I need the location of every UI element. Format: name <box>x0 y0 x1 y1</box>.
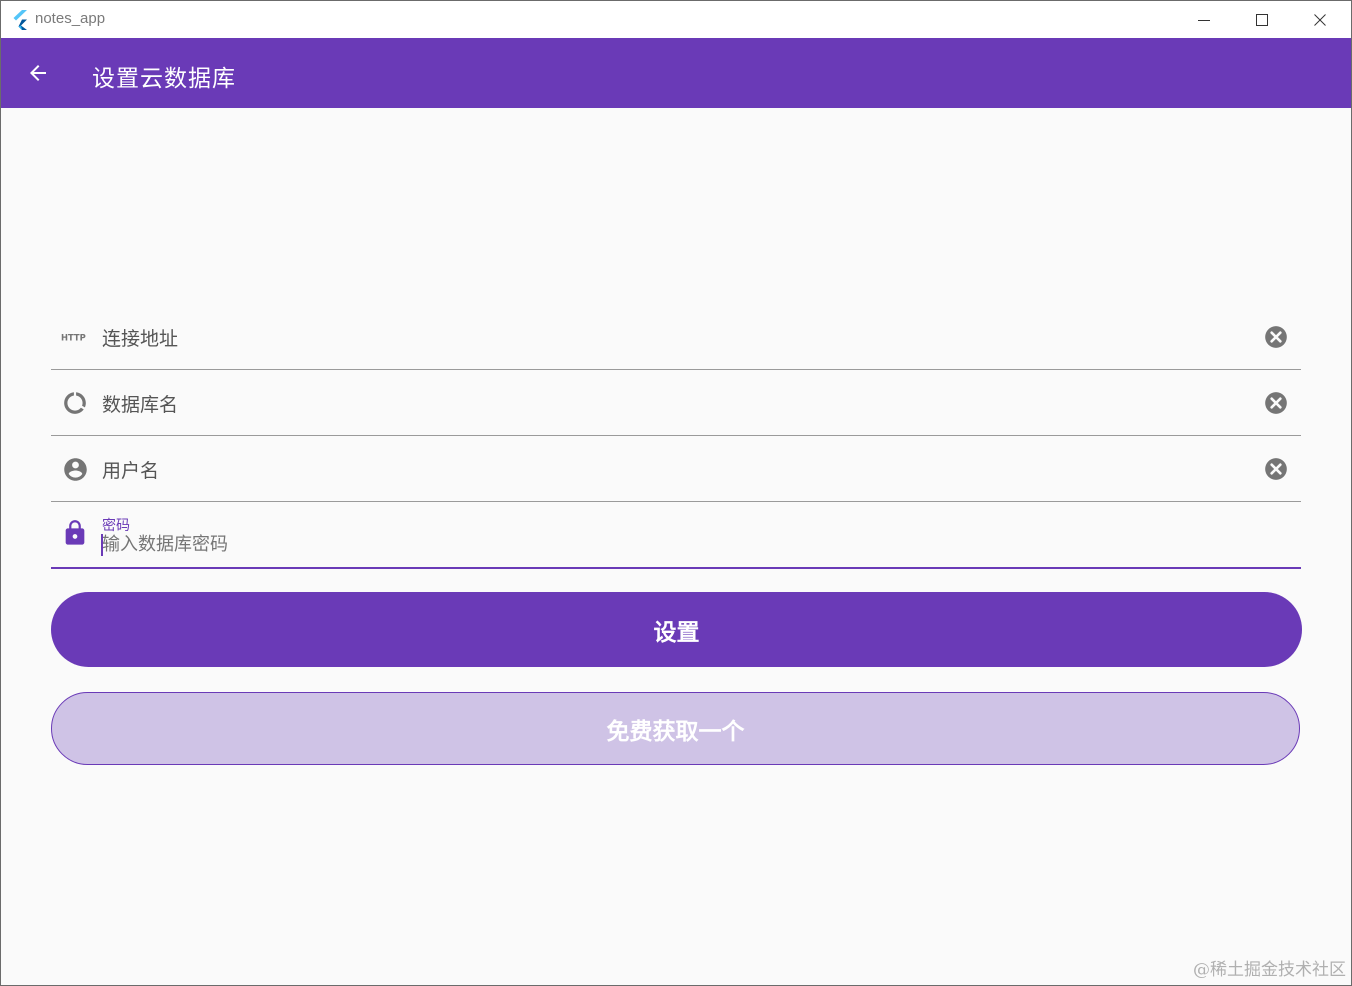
page-title: 设置云数据库 <box>92 66 236 92</box>
maximize-icon <box>1256 13 1268 26</box>
minimize-icon <box>1198 19 1210 21</box>
lock-icon <box>61 519 89 547</box>
arrow-back-icon <box>30 65 46 81</box>
minimize-button[interactable] <box>1175 1 1233 38</box>
close-button[interactable] <box>1291 1 1349 38</box>
app-window: notes_app 设置云数据库 HTTP 连接地址 数据库名 用户名 密码 设… <box>0 0 1352 986</box>
back-button[interactable] <box>17 52 59 94</box>
close-icon <box>1314 13 1326 26</box>
url-field-label: 连接地址 <box>102 328 179 350</box>
username-label: 用户名 <box>102 460 160 482</box>
app-bar: 设置云数据库 <box>1 38 1351 108</box>
http-icon: HTTP <box>61 323 89 351</box>
username-field[interactable]: 用户名 <box>51 435 1301 502</box>
database-clear-button[interactable] <box>1262 389 1290 417</box>
database-name-label: 数据库名 <box>102 394 179 416</box>
clear-circle-icon <box>1265 392 1287 414</box>
flutter-logo-icon <box>13 10 27 30</box>
window-title: notes_app <box>35 10 106 27</box>
username-clear-button[interactable] <box>1262 455 1290 483</box>
password-input[interactable] <box>102 531 1202 557</box>
get-free-button[interactable]: 免费获取一个 <box>51 692 1300 765</box>
window-titlebar[interactable]: notes_app <box>1 1 1351 38</box>
database-ring-icon <box>61 389 89 417</box>
watermark: @稀土掘金技术社区 <box>1193 960 1346 980</box>
maximize-button[interactable] <box>1233 1 1291 38</box>
svg-text:HTTP: HTTP <box>61 333 86 343</box>
text-cursor <box>101 534 103 556</box>
url-clear-button[interactable] <box>1262 323 1290 351</box>
set-button[interactable]: 设置 <box>51 592 1302 667</box>
clear-circle-icon <box>1265 458 1287 480</box>
password-field[interactable]: 密码 <box>51 501 1301 569</box>
url-field[interactable]: HTTP 连接地址 <box>51 303 1301 370</box>
account-circle-icon <box>61 455 89 483</box>
database-name-field[interactable]: 数据库名 <box>51 369 1301 436</box>
clear-circle-icon <box>1265 326 1287 348</box>
